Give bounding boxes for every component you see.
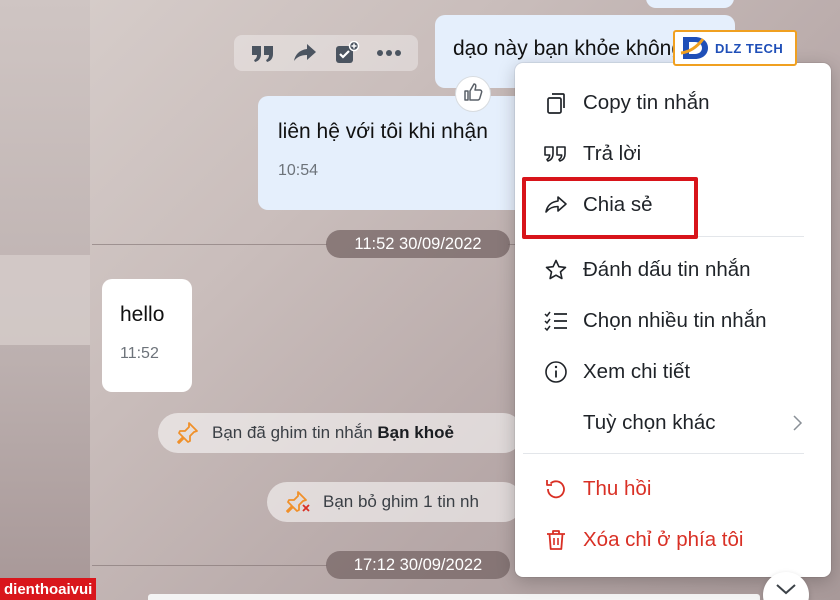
- checklist-icon: [542, 307, 570, 335]
- date-separator: 17:12 30/09/2022: [326, 551, 510, 579]
- message-context-menu: Copy tin nhắn Trả lời Chia sẻ Đánh dấu t…: [515, 63, 831, 577]
- menu-item-label: Đánh dấu tin nhắn: [583, 258, 751, 281]
- date-divider-line: [92, 244, 327, 245]
- message-text: hello: [120, 303, 165, 326]
- message-time: 10:54: [278, 162, 319, 179]
- star-icon: [542, 256, 570, 284]
- menu-item-recall[interactable]: Thu hồi: [515, 469, 831, 509]
- menu-item-reply[interactable]: Trả lời: [515, 134, 831, 174]
- chevron-right-icon: [791, 413, 803, 439]
- quote-icon[interactable]: [249, 39, 277, 67]
- menu-item-label: Thu hồi: [583, 477, 652, 500]
- share-arrow-icon: [542, 191, 570, 219]
- info-icon: [542, 358, 570, 386]
- menu-item-share[interactable]: Chia sẻ: [515, 185, 831, 225]
- menu-item-label: Chia sẻ: [583, 193, 653, 216]
- message-text: liên hệ với tôi khi nhận: [278, 120, 488, 143]
- next-message-partial: [148, 594, 760, 600]
- menu-item-label: Xem chi tiết: [583, 360, 691, 383]
- message-time: 11:52: [120, 345, 159, 362]
- unpinned-notice-text: Bạn bỏ ghim 1 tin nh: [323, 492, 479, 511]
- forward-icon[interactable]: [291, 39, 319, 67]
- menu-item-label: Xóa chỉ ở phía tôi: [583, 528, 744, 551]
- message-bubble[interactable]: hello 11:52: [102, 279, 192, 392]
- dienthoaivui-logo: dienthoaivui: [0, 578, 97, 600]
- unpinned-notice[interactable]: Bạn bỏ ghim 1 tin nh: [267, 482, 523, 522]
- pin-icon: [174, 420, 200, 446]
- menu-separator: [523, 453, 804, 454]
- pinned-message-name[interactable]: Bạn khoẻ: [377, 423, 454, 443]
- dlz-tech-logo: DLZ TECH: [673, 30, 797, 66]
- menu-item-label: Copy tin nhắn: [583, 91, 710, 114]
- trash-icon: [542, 526, 570, 554]
- date-separator: 11:52 30/09/2022: [326, 230, 510, 258]
- pinned-notice-text: Bạn đã ghim tin nhắn: [212, 423, 378, 442]
- menu-item-details[interactable]: Xem chi tiết: [515, 352, 831, 392]
- message-bubble-top-partial[interactable]: [646, 0, 734, 8]
- message-bubble[interactable]: liên hệ với tôi khi nhận 10:54: [258, 96, 528, 210]
- thumbs-up-icon: [462, 81, 484, 108]
- menu-item-select-multiple[interactable]: Chọn nhiều tin nhắn: [515, 301, 831, 341]
- menu-item-label: Chọn nhiều tin nhắn: [583, 309, 767, 332]
- add-task-icon[interactable]: [333, 39, 361, 67]
- menu-item-label: Tuỳ chọn khác: [583, 411, 716, 434]
- menu-item-copy[interactable]: Copy tin nhắn: [515, 83, 831, 123]
- menu-item-delete-for-me[interactable]: Xóa chỉ ở phía tôi: [515, 520, 831, 560]
- copy-icon: [542, 89, 570, 117]
- menu-item-label: Trả lời: [583, 142, 642, 165]
- dlz-logo-mark-icon: [680, 37, 708, 59]
- message-action-bar: [234, 35, 418, 71]
- pinned-notice[interactable]: Bạn đã ghim tin nhắn Bạn khoẻ: [158, 413, 523, 453]
- unpin-icon: [285, 489, 311, 515]
- quote-icon: [542, 140, 570, 168]
- menu-item-mark[interactable]: Đánh dấu tin nhắn: [515, 250, 831, 290]
- menu-item-more-options[interactable]: Tuỳ chọn khác: [515, 403, 831, 443]
- like-reaction-button[interactable]: [455, 76, 491, 112]
- menu-separator: [523, 236, 804, 237]
- recall-icon: [542, 475, 570, 503]
- dlz-logo-text: DLZ TECH: [715, 40, 784, 56]
- date-divider-line: [92, 565, 327, 566]
- chevron-down-icon: [774, 582, 798, 600]
- background-panel: [0, 255, 90, 345]
- more-icon[interactable]: [375, 39, 403, 67]
